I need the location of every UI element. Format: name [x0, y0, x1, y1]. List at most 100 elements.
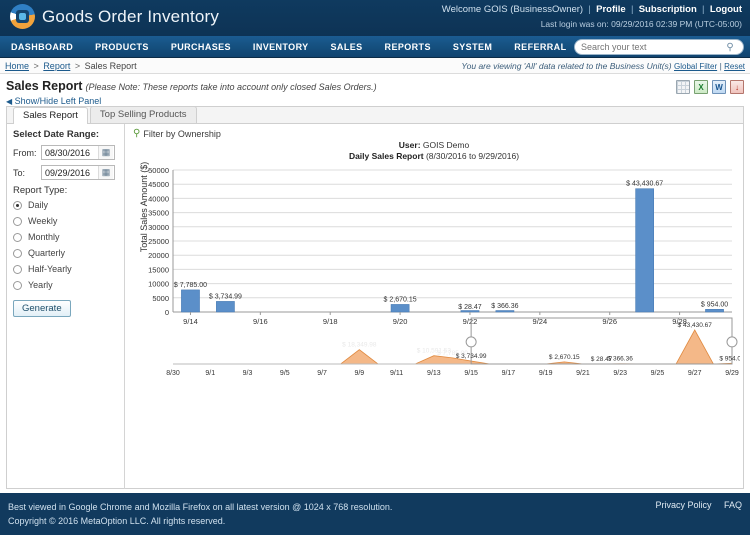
radio-monthly[interactable]: Monthly [13, 232, 118, 242]
from-date-input[interactable] [42, 146, 98, 159]
export-excel-icon[interactable]: X [694, 80, 708, 94]
svg-text:9/15: 9/15 [464, 370, 478, 377]
svg-text:$ 2,670.15: $ 2,670.15 [549, 354, 580, 361]
from-date-field[interactable]: ▦ [41, 145, 115, 160]
svg-text:9/29: 9/29 [725, 370, 739, 377]
footer-line-2: Copyright © 2016 MetaOption LLC. All rig… [8, 516, 226, 526]
profile-link[interactable]: Profile [596, 4, 626, 15]
svg-text:35000: 35000 [148, 209, 169, 218]
radio-quarterly-icon[interactable] [13, 248, 22, 258]
show-hide-left-panel-label: Show/Hide Left Panel [14, 96, 102, 106]
svg-text:10000: 10000 [148, 280, 169, 289]
tab-sales-report[interactable]: Sales Report [13, 107, 88, 124]
svg-text:9/21: 9/21 [576, 370, 590, 377]
search-input[interactable] [575, 40, 723, 54]
svg-text:$ 954.00: $ 954.00 [701, 301, 728, 308]
search-box[interactable]: ⚲ [574, 39, 744, 55]
faq-link[interactable]: FAQ [724, 500, 742, 510]
svg-text:25000: 25000 [148, 237, 169, 246]
app-header: Goods Order Inventory Welcome GOIS (Busi… [0, 0, 750, 36]
nav-item-system[interactable]: SYSTEM [442, 36, 503, 58]
calendar-icon[interactable]: ▦ [98, 166, 113, 179]
svg-text:$ 954.00: $ 954.00 [719, 355, 740, 362]
brand-title: Goods Order Inventory [42, 6, 220, 26]
radio-weekly-label: Weekly [28, 216, 58, 226]
calendar-icon[interactable]: ▦ [98, 146, 113, 159]
separator: | [628, 4, 637, 15]
radio-daily[interactable]: Daily [13, 200, 118, 210]
content-panel: Sales Report Top Selling Products Select… [6, 106, 744, 489]
filter-by-ownership-label: Filter by Ownership [143, 128, 221, 139]
svg-text:5000: 5000 [152, 294, 169, 303]
nav-item-products[interactable]: PRODUCTS [84, 36, 160, 58]
page-title: Sales Report [6, 79, 83, 93]
svg-text:9/27: 9/27 [688, 370, 702, 377]
page-footer: Best viewed in Google Chrome and Mozilla… [0, 493, 750, 535]
nav-item-sales[interactable]: SALES [320, 36, 374, 58]
radio-weekly-icon[interactable] [13, 216, 22, 226]
export-pdf-icon[interactable]: ↓ [730, 80, 744, 94]
export-grid-icon[interactable] [676, 80, 690, 94]
chevron-left-icon: ◀ [6, 97, 13, 106]
last-login-text: Last login was on: 09/29/2016 02:39 PM (… [540, 19, 742, 29]
sales-bar-chart[interactable]: 0500010000150002000025000300003500040000… [125, 162, 740, 332]
global-filter-link[interactable]: Global Filter [674, 62, 717, 71]
svg-text:$ 366.36: $ 366.36 [608, 356, 634, 363]
user-menu: Welcome GOIS (BusinessOwner) | Profile |… [442, 4, 742, 15]
nav-item-inventory[interactable]: INVENTORY [242, 36, 320, 58]
chart-title-line: Daily Sales Report (8/30/2016 to 9/29/20… [125, 151, 743, 162]
global-filter-text: You are viewing 'All' data related to th… [461, 61, 672, 71]
svg-text:$ 43,430.67: $ 43,430.67 [626, 181, 663, 188]
svg-text:50000: 50000 [148, 166, 169, 175]
main-navigation: DASHBOARD PRODUCTS PURCHASES INVENTORY S… [0, 36, 750, 58]
radio-weekly[interactable]: Weekly [13, 216, 118, 226]
subscription-link[interactable]: Subscription [639, 4, 697, 15]
nav-item-purchases[interactable]: PURCHASES [160, 36, 242, 58]
generate-button[interactable]: Generate [13, 300, 71, 317]
global-filter-separator: | [719, 61, 722, 71]
radio-yearly[interactable]: Yearly [13, 280, 118, 290]
global-filter-reset-link[interactable]: Reset [724, 62, 745, 71]
chart-user-line: User: GOIS Demo [125, 140, 743, 151]
radio-half-yearly-label: Half-Yearly [28, 264, 72, 274]
radio-quarterly[interactable]: Quarterly [13, 248, 118, 258]
svg-text:$ 18,349.98: $ 18,349.98 [342, 342, 377, 349]
export-word-icon[interactable]: W [712, 80, 726, 94]
radio-monthly-icon[interactable] [13, 232, 22, 242]
svg-text:$ 28.47: $ 28.47 [458, 304, 481, 311]
svg-text:30000: 30000 [148, 223, 169, 232]
welcome-text: Welcome GOIS (BusinessOwner) [441, 4, 584, 15]
to-date-input[interactable] [42, 166, 98, 179]
tab-top-selling-products[interactable]: Top Selling Products [89, 106, 197, 123]
svg-text:9/1: 9/1 [205, 370, 215, 377]
svg-text:$ 3,734.99: $ 3,734.99 [456, 353, 487, 360]
nav-item-referral[interactable]: REFERRAL [503, 36, 577, 58]
date-range-heading: Select Date Range: [13, 129, 100, 140]
to-date-field[interactable]: ▦ [41, 165, 115, 180]
svg-text:9/13: 9/13 [427, 370, 441, 377]
breadcrumb-home[interactable]: Home [5, 61, 29, 71]
svg-text:$ 3,734.99: $ 3,734.99 [209, 293, 242, 300]
svg-text:45000: 45000 [148, 180, 169, 189]
to-date-row: To: ▦ [13, 165, 118, 180]
radio-half-yearly[interactable]: Half-Yearly [13, 264, 118, 274]
svg-text:15000: 15000 [148, 265, 169, 274]
privacy-policy-link[interactable]: Privacy Policy [655, 500, 711, 510]
radio-half-yearly-icon[interactable] [13, 264, 22, 274]
svg-text:20000: 20000 [148, 251, 169, 260]
breadcrumb-report[interactable]: Report [43, 61, 70, 71]
logout-link[interactable]: Logout [710, 4, 742, 15]
nav-item-reports[interactable]: REPORTS [374, 36, 442, 58]
chart-navigator[interactable]: 8/30 9/1 9/3 9/5 9/7 9/9 9/11 9/13 9/15 9/17 9/19 9… [125, 312, 740, 382]
chart-title: Daily Sales Report [348, 151, 424, 161]
radio-yearly-icon[interactable] [13, 280, 22, 290]
chart-range: (8/30/2016 to 9/29/2016) [425, 151, 520, 161]
brand: Goods Order Inventory [10, 4, 219, 29]
chart-y-axis-label: Total Sales Amount ($) [139, 161, 149, 253]
radio-daily-icon[interactable] [13, 200, 22, 210]
show-hide-left-panel-toggle[interactable]: ◀ Show/Hide Left Panel [6, 96, 750, 106]
tab-strip: Sales Report Top Selling Products [7, 106, 743, 124]
nav-item-dashboard[interactable]: DASHBOARD [0, 36, 84, 58]
page-note: (Please Note: These reports take into ac… [85, 82, 377, 92]
search-icon[interactable]: ⚲ [723, 42, 737, 53]
